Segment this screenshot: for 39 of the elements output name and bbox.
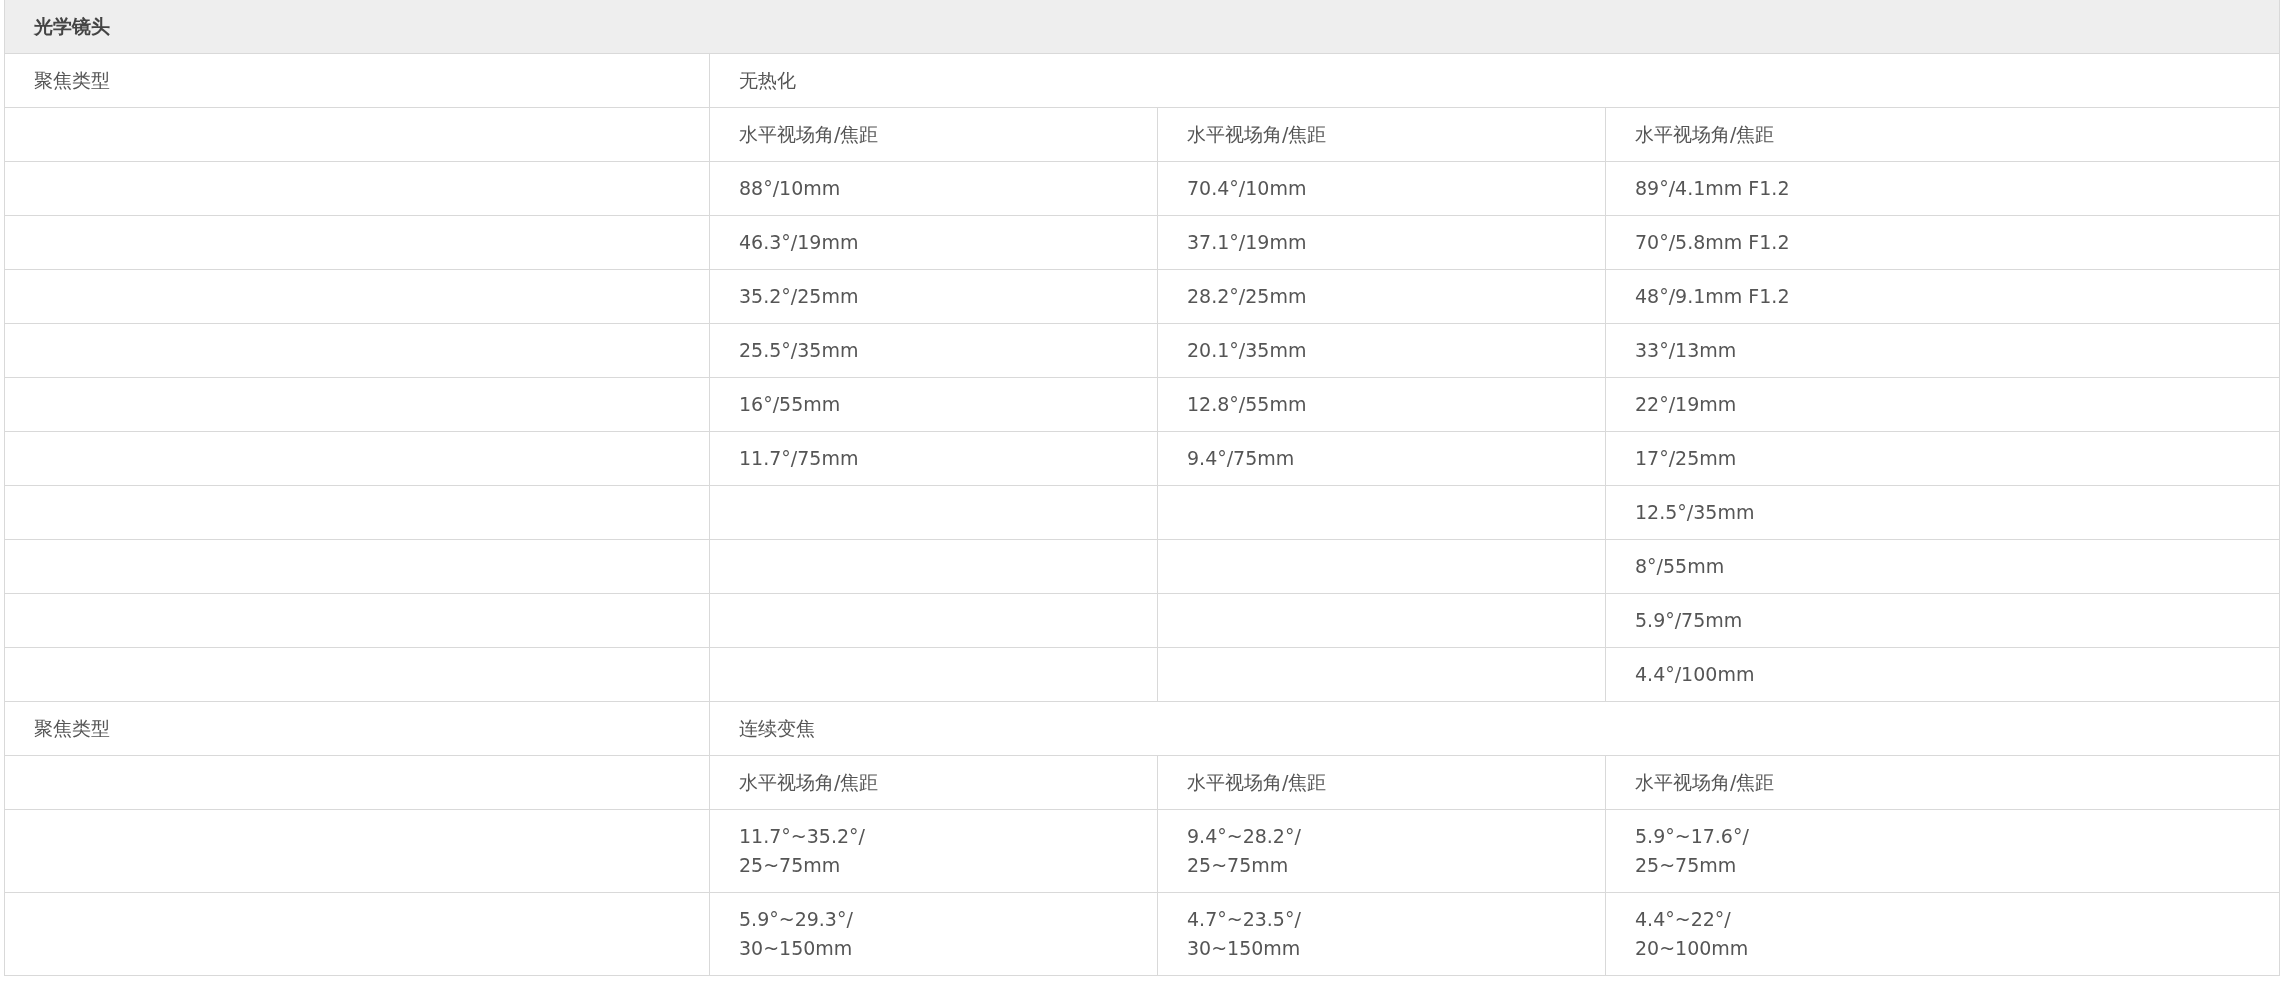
table-cell-text: 水平视场角/焦距 bbox=[739, 771, 879, 793]
section-header: 光学镜头 bbox=[4, 0, 2280, 54]
table-cell-text: 5.9°~29.3°/ 30~150mm bbox=[739, 908, 853, 959]
table-cell-text: 4.4°/100mm bbox=[1635, 663, 1755, 685]
table-cell-text: 8°/55mm bbox=[1635, 555, 1725, 577]
table-cell-text: 88°/10mm bbox=[739, 177, 841, 199]
row-label: 聚焦类型 bbox=[34, 69, 110, 91]
table-cell-text: 水平视场角/焦距 bbox=[1187, 123, 1327, 145]
table-cell-text: 22°/19mm bbox=[1635, 393, 1737, 415]
table-cell-text: 5.9°/75mm bbox=[1635, 609, 1743, 631]
table-cell-text: 48°/9.1mm F1.2 bbox=[1635, 285, 1790, 307]
table-cell-text: 35.2°/25mm bbox=[739, 285, 859, 307]
table-cell-text: 28.2°/25mm bbox=[1187, 285, 1307, 307]
table-cell-text: 4.7°~23.5°/ 30~150mm bbox=[1187, 908, 1301, 959]
row-value: 无热化 bbox=[739, 69, 796, 91]
table-cell-text: 12.8°/55mm bbox=[1187, 393, 1307, 415]
table-cell-text: 25.5°/35mm bbox=[739, 339, 859, 361]
table-cell-text: 5.9°~17.6°/ 25~75mm bbox=[1635, 825, 1749, 876]
table-cell-text: 水平视场角/焦距 bbox=[1187, 771, 1327, 793]
table-cell-text: 9.4°~28.2°/ 25~75mm bbox=[1187, 825, 1301, 876]
table-cell-text: 70°/5.8mm F1.2 bbox=[1635, 231, 1790, 253]
table-cell-text: 17°/25mm bbox=[1635, 447, 1737, 469]
table-cell-text: 水平视场角/焦距 bbox=[1635, 123, 1775, 145]
table-cell-text: 70.4°/10mm bbox=[1187, 177, 1307, 199]
table-cell-text: 33°/13mm bbox=[1635, 339, 1737, 361]
table-cell-text: 4.4°~22°/ 20~100mm bbox=[1635, 908, 1749, 959]
table-cell-text: 水平视场角/焦距 bbox=[739, 123, 879, 145]
table-cell-text: 16°/55mm bbox=[739, 393, 841, 415]
row-value: 连续变焦 bbox=[739, 717, 815, 739]
table-cell-text: 11.7°~35.2°/ 25~75mm bbox=[739, 825, 865, 876]
table-cell-text: 46.3°/19mm bbox=[739, 231, 859, 253]
table-cell-text: 9.4°/75mm bbox=[1187, 447, 1295, 469]
table-cell-text: 水平视场角/焦距 bbox=[1635, 771, 1775, 793]
table-cell-text: 37.1°/19mm bbox=[1187, 231, 1307, 253]
table-cell-text: 12.5°/35mm bbox=[1635, 501, 1755, 523]
row-label: 聚焦类型 bbox=[34, 717, 110, 739]
table-cell-text: 20.1°/35mm bbox=[1187, 339, 1307, 361]
table-cell-text: 89°/4.1mm F1.2 bbox=[1635, 177, 1790, 199]
table-cell-text: 11.7°/75mm bbox=[739, 447, 859, 469]
